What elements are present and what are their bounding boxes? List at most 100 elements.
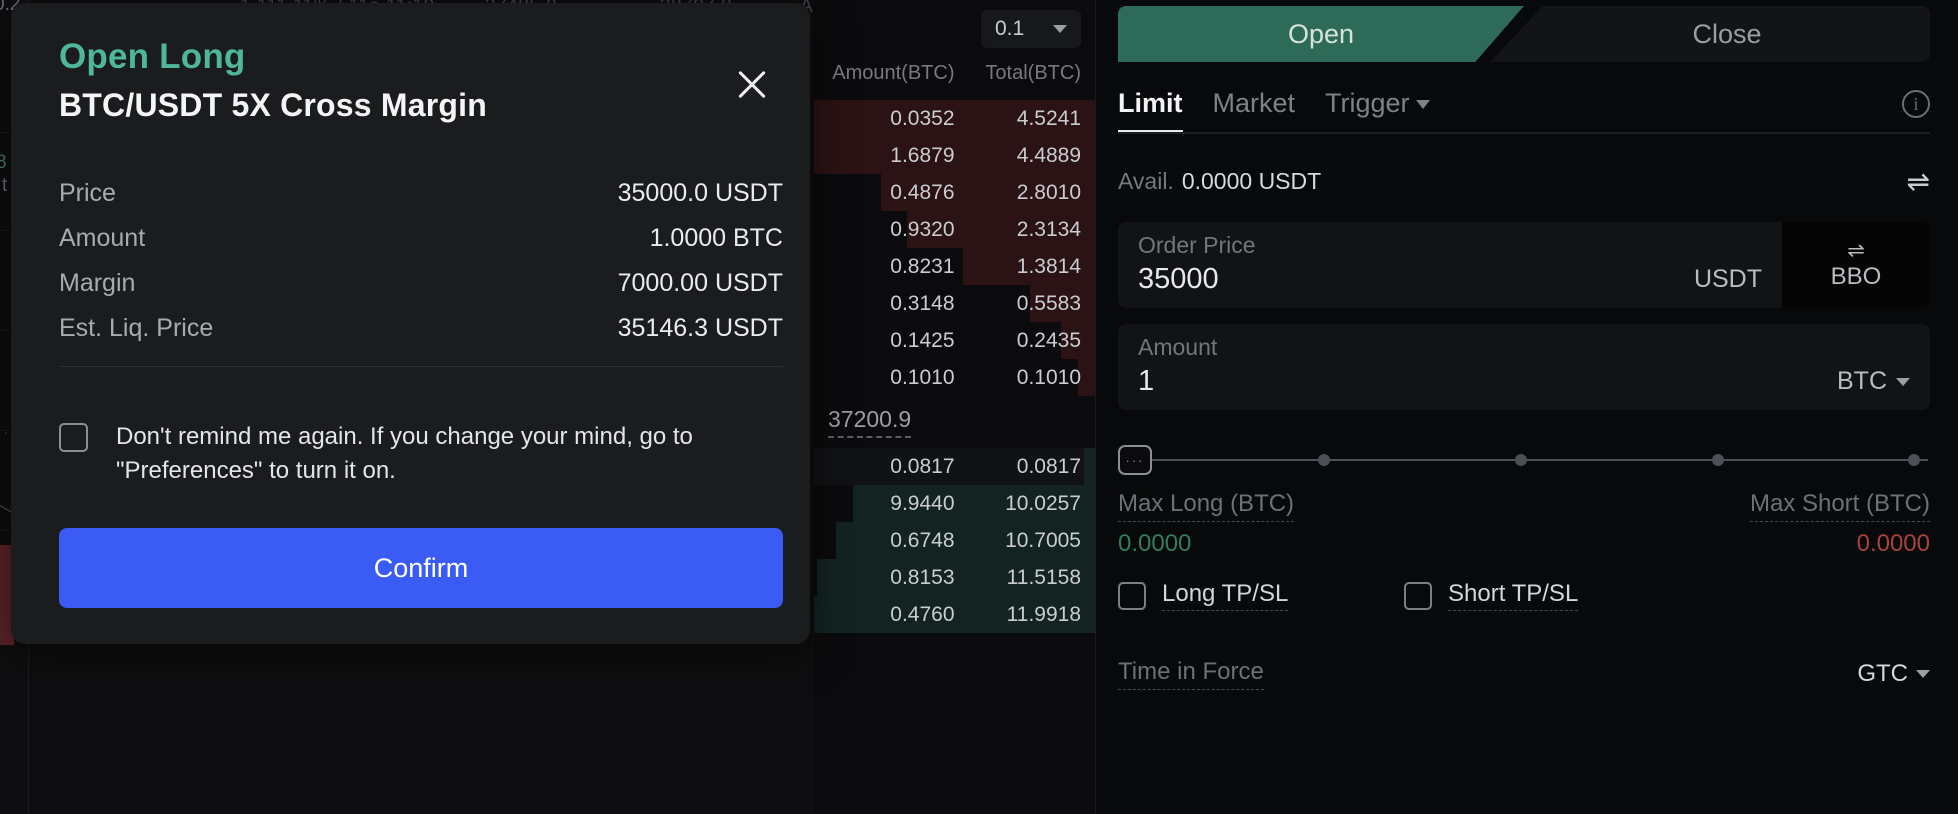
tab-open[interactable]: Open [1118, 6, 1524, 62]
dont-remind-checkbox[interactable] [59, 423, 88, 452]
info-icon[interactable]: i [1902, 90, 1930, 118]
close-icon[interactable] [730, 63, 774, 107]
order-confirm-dialog: Open Long BTC/USDT 5X Cross Margin Price… [11, 3, 810, 644]
detail-value: 7000.00 USDT [617, 269, 783, 297]
orderbook-row-ask[interactable]: 0.8231 1.3814 [814, 248, 1095, 285]
orderbook-row-ask[interactable]: 0.1425 0.2435 [814, 322, 1095, 359]
avail-label: Avail. [1118, 168, 1174, 194]
orderbook-depth-select[interactable]: 0.1 [981, 10, 1081, 48]
orderbook-row-ask[interactable]: 1.6879 4.4889 [814, 137, 1095, 174]
detail-label: Est. Liq. Price [59, 314, 214, 342]
chart-side-label: t [2, 175, 8, 196]
orderbook-row-bid[interactable]: 0.4760 11.9918 [814, 596, 1095, 633]
available-balance-row: Avail. 0.0000 USDT ⇌ [1118, 167, 1930, 196]
orderbook-total: 10.0257 [1005, 491, 1081, 515]
bbo-button[interactable]: ⇌ BBO [1782, 222, 1930, 308]
orderbook-amount: 0.1010 [890, 365, 955, 389]
max-long-value: 0.0000 [1118, 530, 1192, 557]
time-in-force-value: GTC [1857, 660, 1908, 687]
detail-value: 1.0000 BTC [649, 224, 783, 252]
orderbook-row-ask[interactable]: 0.1010 0.1010 [814, 359, 1095, 396]
detail-value: 35146.3 USDT [617, 314, 783, 342]
order-price-input-wrap[interactable]: Order Price 35000 USDT [1118, 222, 1782, 308]
tab-trigger[interactable]: Trigger [1325, 88, 1430, 133]
confirm-button[interactable]: Confirm [59, 528, 783, 608]
orderbook-amount: 0.4760 [890, 602, 955, 626]
slider-stop[interactable] [1515, 454, 1527, 466]
bbo-label: BBO [1830, 262, 1882, 290]
amount-unit-label: BTC [1837, 367, 1887, 395]
tab-market[interactable]: Market [1213, 88, 1296, 133]
slider-stop[interactable] [1712, 454, 1724, 466]
tab-close[interactable]: Close [1490, 6, 1930, 62]
trading-screen: 1,111.11% / 11a 11:19 37485.9 38707.8 A … [0, 0, 1958, 814]
max-long-label[interactable]: Max Long (BTC) [1118, 490, 1295, 522]
orderbook-row-bid[interactable]: 9.9440 10.0257 [814, 485, 1095, 522]
amount-unit-select[interactable]: BTC [1837, 367, 1910, 396]
tab-market-label: Market [1212, 88, 1296, 118]
orderbook-row-ask[interactable]: 0.0352 4.5241 [814, 100, 1095, 137]
amount-slider[interactable]: ··· [1118, 445, 1930, 475]
orderbook-total: 0.0817 [1016, 454, 1081, 478]
column-header-total: Total(BTC) [985, 62, 1081, 84]
chevron-down-icon [1053, 25, 1067, 33]
slider-handle[interactable]: ··· [1118, 445, 1152, 475]
order-type-tabs: Limit Market Trigger i [1118, 88, 1930, 133]
orderbook-amount: 1.6879 [890, 143, 955, 167]
order-entry-panel: Open Close Limit Market Trigger i Avail.… [1095, 0, 1958, 814]
orderbook-row-bid[interactable]: 0.8153 11.5158 [814, 559, 1095, 596]
orderbook-amount: 0.0352 [890, 106, 955, 130]
amount-label: Amount [1138, 334, 1218, 360]
avail-value: 0.0000 USDT [1181, 168, 1322, 194]
short-tpsl-checkbox-item[interactable]: Short TP/SL [1404, 580, 1579, 611]
dialog-detail-rows: Price 35000.0 USDT Amount 1.0000 BTC Margin 7… [59, 179, 783, 359]
orderbook-row-ask[interactable]: 0.4876 2.8010 [814, 174, 1095, 211]
chevron-down-icon [1916, 670, 1930, 678]
max-position-row: Max Long (BTC) 0.0000 Max Short (BTC) 0.… [1118, 490, 1930, 558]
orderbook-row-ask[interactable]: 0.3148 0.5583 [814, 285, 1095, 322]
dialog-detail-row: Est. Liq. Price 35146.3 USDT [59, 314, 783, 359]
orderbook-row-bid[interactable]: 0.6748 10.7005 [814, 522, 1095, 559]
depth-value: 0.1 [995, 17, 1025, 40]
order-price-unit: USDT [1693, 265, 1762, 293]
orderbook-amount: 0.6748 [890, 528, 955, 552]
dialog-detail-row: Margin 7000.00 USDT [59, 269, 783, 314]
max-short-label[interactable]: Max Short (BTC) [1749, 490, 1930, 522]
dont-remind-checkbox-row[interactable]: Don't remind me again. If you change you… [59, 420, 759, 488]
orderbook-depth-bar [1083, 448, 1095, 485]
orderbook-total: 2.8010 [1016, 180, 1081, 204]
order-price-value[interactable]: 35000 [1138, 263, 1762, 296]
orderbook-amount: 0.0817 [890, 454, 955, 478]
long-tpsl-checkbox-item[interactable]: Long TP/SL [1118, 580, 1404, 611]
order-price-field[interactable]: Order Price 35000 USDT ⇌ BBO [1118, 222, 1930, 308]
dialog-detail-row: Price 35000.0 USDT [59, 179, 783, 224]
detail-label: Price [59, 179, 116, 207]
max-short-value: 0.0000 [1856, 530, 1930, 557]
amount-field[interactable]: Amount 1 BTC [1118, 324, 1930, 410]
orderbook-total: 11.9918 [1006, 602, 1081, 626]
time-in-force-label[interactable]: Time in Force [1118, 658, 1264, 690]
dont-remind-label: Don't remind me again. If you change you… [116, 423, 693, 485]
orderbook-row-ask[interactable]: 0.9320 2.3134 [814, 211, 1095, 248]
swap-currency-icon[interactable]: ⇌ [1907, 167, 1930, 196]
orderbook-amount: 0.8231 [890, 254, 955, 278]
dialog-action-title: Open Long [59, 37, 246, 76]
amount-input-wrap[interactable]: Amount 1 BTC [1118, 324, 1930, 410]
open-close-tabs: Open Close [1118, 6, 1930, 62]
orderbook-rows: 0.0352 4.5241 1.6879 4.4889 0.4876 2.8010 0.93… [814, 100, 1095, 633]
slider-stop[interactable] [1318, 454, 1330, 466]
slider-stop[interactable] [1908, 454, 1920, 466]
short-tpsl-checkbox[interactable] [1404, 581, 1432, 610]
tab-limit[interactable]: Limit [1118, 88, 1183, 133]
orderbook-total: 0.5583 [1016, 291, 1081, 315]
orderbook-row-bid[interactable]: 0.0817 0.0817 [814, 448, 1095, 485]
long-tpsl-checkbox[interactable] [1118, 581, 1146, 610]
time-in-force-select[interactable]: GTC [1857, 660, 1930, 688]
amount-value[interactable]: 1 [1138, 365, 1910, 398]
slider-track[interactable] [1136, 459, 1928, 461]
orderbook-panel: 0.1 Amount(BTC) Total(BTC) 0.0352 4.5241 1… [814, 0, 1095, 814]
long-tpsl-label: Long TP/SL [1162, 580, 1289, 611]
orderbook-amount: 0.3148 [890, 291, 955, 315]
dialog-divider [59, 366, 783, 367]
orderbook-total: 11.5158 [1006, 565, 1081, 589]
